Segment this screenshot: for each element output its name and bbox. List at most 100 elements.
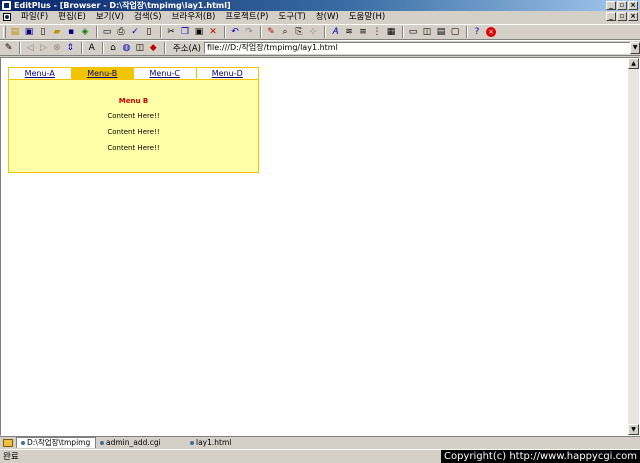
ruler-icon[interactable]: ≡: [357, 26, 369, 38]
menu-bar: 파일(F) 편집(E) 보기(V) 검색(S) 브라우저(B) 프로젝트(P) …: [0, 11, 640, 23]
menu-browser[interactable]: 브라우저(B): [167, 11, 221, 23]
toolbar-separator: [163, 42, 166, 54]
toolbar-separator: [324, 26, 326, 38]
forward-icon[interactable]: ▷: [38, 42, 49, 54]
delete-icon[interactable]: ✕: [207, 26, 219, 38]
file-icon: [190, 440, 194, 445]
tab-menu: Menu-A Menu-B Menu-C Menu-D: [9, 68, 258, 80]
document-tabs: D:\작업장\tmpimg admin_add.cgi lay1.html: [0, 436, 640, 448]
toolbar-grip[interactable]: [3, 26, 6, 38]
line-number-icon[interactable]: ⋮: [371, 26, 383, 38]
menu-project[interactable]: 프로젝트(P): [220, 11, 273, 23]
toolbar-separator: [160, 26, 162, 38]
panel-content-line: Content Here!!: [107, 128, 160, 136]
browser-viewport: Menu-A Menu-B Menu-C Menu-D Menu B Conte…: [0, 57, 640, 436]
page-icon[interactable]: ▯: [143, 26, 155, 38]
print-preview-icon[interactable]: ▭: [101, 26, 113, 38]
copy-icon[interactable]: ❐: [179, 26, 191, 38]
undo-icon[interactable]: ↶: [229, 26, 241, 38]
address-input[interactable]: file:///D:/작업장/tmpimg/lay1.html: [204, 42, 632, 54]
address-dropdown-arrow-icon[interactable]: ▼: [630, 42, 640, 54]
new-file-icon[interactable]: ▯: [37, 26, 49, 38]
toolbar-separator: [224, 26, 226, 38]
status-bar: 완료 Copyright(c) http://www.happycgi.com: [0, 449, 640, 463]
fullscreen-icon[interactable]: ▢: [449, 26, 461, 38]
menu-file[interactable]: 파일(F): [16, 11, 53, 23]
doc-tab-admin-add[interactable]: admin_add.cgi: [96, 437, 186, 448]
status-text: 완료: [3, 452, 19, 462]
doc-close-button[interactable]: ×: [628, 12, 638, 21]
close-button[interactable]: ×: [628, 1, 638, 10]
replace-icon[interactable]: ⎘: [293, 26, 305, 38]
text-size-icon[interactable]: A: [86, 42, 97, 54]
toolbar-separator: [96, 26, 98, 38]
directory-window-icon[interactable]: ◫: [421, 26, 433, 38]
scroll-up-arrow-icon[interactable]: ▲: [628, 58, 639, 69]
word-wrap-icon[interactable]: ≋: [343, 26, 355, 38]
tab-menu-a[interactable]: Menu-A: [9, 68, 72, 79]
view-source-icon[interactable]: ◫: [134, 42, 145, 54]
minimize-button[interactable]: _: [606, 1, 616, 10]
document-icon[interactable]: [3, 13, 11, 21]
toolbar-separator: [402, 26, 404, 38]
menu-edit[interactable]: 편집(E): [53, 11, 91, 23]
doc-tab-label: admin_add.cgi: [106, 437, 161, 447]
redo-icon[interactable]: ↷: [243, 26, 255, 38]
print-icon[interactable]: ⎙: [115, 26, 127, 38]
maximize-button[interactable]: ▫: [617, 1, 627, 10]
save-all-icon[interactable]: ◈: [79, 26, 91, 38]
column-select-icon[interactable]: ▦: [385, 26, 397, 38]
doc-minimize-button[interactable]: _: [606, 12, 616, 21]
open-file-icon[interactable]: ▰: [51, 26, 63, 38]
doc-tab-label: D:\작업장\tmpimg: [27, 438, 91, 447]
page-content: Menu-A Menu-B Menu-C Menu-D Menu B Conte…: [1, 58, 628, 435]
menu-search[interactable]: 검색(S): [129, 11, 167, 23]
find-icon[interactable]: ⌕: [279, 26, 291, 38]
save-project-icon[interactable]: ▣: [23, 26, 35, 38]
toolbar-separator: [19, 42, 22, 54]
output-window-icon[interactable]: ▭: [407, 26, 419, 38]
doc-tab-directory[interactable]: D:\작업장\tmpimg: [16, 437, 96, 448]
vertical-scrollbar[interactable]: ▲ ▼: [628, 58, 639, 435]
spell-check-icon[interactable]: ✓: [129, 26, 141, 38]
stop-icon[interactable]: ×: [486, 27, 496, 37]
toolbar-separator: [466, 26, 468, 38]
toolbar-separator: [80, 42, 83, 54]
tab-menu-c[interactable]: Menu-C: [134, 68, 197, 79]
doc-tab-label: lay1.html: [196, 437, 232, 447]
panel-title: Menu B: [118, 97, 149, 105]
panel-content-line: Content Here!!: [107, 112, 160, 120]
cliptext-window-icon[interactable]: ▤: [435, 26, 447, 38]
cut-icon[interactable]: ✂: [165, 26, 177, 38]
goto-icon[interactable]: ⊹: [307, 26, 319, 38]
help-icon[interactable]: ?: [471, 26, 483, 38]
open-project-icon[interactable]: ▤: [9, 26, 21, 38]
menu-window[interactable]: 창(W): [311, 11, 344, 23]
globe-icon[interactable]: ◍: [121, 42, 132, 54]
pencil-icon[interactable]: ✎: [3, 42, 14, 54]
menu-tools[interactable]: 도구(T): [273, 11, 310, 23]
folder-icon[interactable]: [3, 438, 13, 447]
bookmark-icon[interactable]: ◆: [148, 42, 159, 54]
browser-toolbar: ✎ ◁ ▷ ⊗ ⇕ A ⌂ ◍ ◫ ◆ 주소(A) file:///D:/작업장…: [0, 40, 640, 56]
font-icon[interactable]: 𝐴: [329, 26, 341, 38]
back-icon[interactable]: ◁: [24, 42, 35, 54]
tab-menu-b[interactable]: Menu-B: [71, 68, 134, 79]
stop-browser-icon[interactable]: ⊗: [51, 42, 62, 54]
menu-view[interactable]: 보기(V): [91, 11, 129, 23]
file-icon: [100, 440, 104, 445]
toolbar-separator: [260, 26, 262, 38]
doc-tab-lay1[interactable]: lay1.html: [186, 437, 266, 448]
scroll-down-arrow-icon[interactable]: ▼: [628, 424, 639, 435]
menu-help[interactable]: 도움말(H): [344, 11, 390, 23]
home-icon[interactable]: ⌂: [107, 42, 118, 54]
paste-icon[interactable]: ▣: [193, 26, 205, 38]
doc-restore-button[interactable]: ▫: [617, 12, 627, 21]
tab-menu-d[interactable]: Menu-D: [196, 68, 258, 79]
title-bar: EditPlus - [Browser - D:\작업장\tmpimg\lay1…: [0, 0, 640, 11]
file-icon: [21, 441, 25, 445]
window-title: EditPlus - [Browser - D:\작업장\tmpimg\lay1…: [14, 1, 231, 10]
save-icon[interactable]: ▪: [65, 26, 77, 38]
refresh-icon[interactable]: ⇕: [65, 42, 76, 54]
marker-icon[interactable]: ✎: [265, 26, 277, 38]
